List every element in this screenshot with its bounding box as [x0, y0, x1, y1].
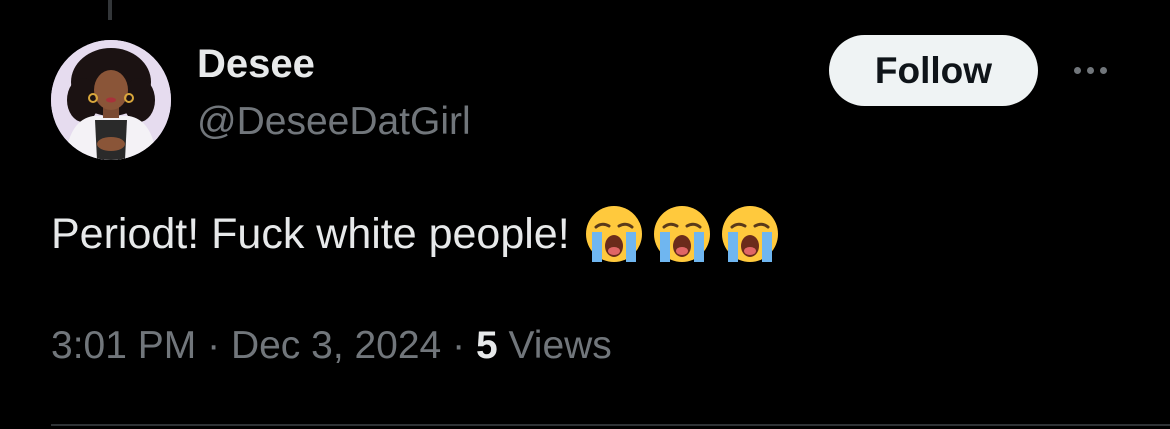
views-count[interactable]: 5 [476, 324, 498, 367]
avatar[interactable] [51, 40, 171, 160]
meta-separator: · [207, 324, 221, 367]
author-handle[interactable]: @DeseeDatGirl [197, 98, 471, 146]
more-dot [1073, 66, 1081, 74]
tweet-body: Periodt! Fuck white people! [51, 202, 782, 266]
views-label[interactable]: Views [508, 324, 611, 367]
more-dot [1086, 66, 1094, 74]
loudly-crying-face-icon [585, 206, 642, 262]
profile-avatar-image [51, 40, 171, 160]
more-dot [1099, 66, 1107, 74]
emoji-group [582, 202, 782, 266]
follow-button[interactable]: Follow [829, 35, 1038, 106]
loudly-crying-face-icon [653, 206, 710, 262]
tweet-date[interactable]: Dec 3, 2024 [231, 324, 441, 367]
tweet-time[interactable]: 3:01 PM [51, 324, 196, 367]
tweet-meta: 3:01 PM · Dec 3, 2024 · 5 Views [51, 322, 612, 370]
thread-connector-line [108, 0, 112, 20]
meta-separator: · [452, 324, 466, 367]
divider [51, 424, 1170, 426]
tweet-text: Periodt! Fuck white people! [51, 210, 570, 258]
more-options-icon[interactable] [1064, 52, 1116, 88]
loudly-crying-face-icon [721, 206, 778, 262]
author-display-name[interactable]: Desee [197, 40, 315, 88]
